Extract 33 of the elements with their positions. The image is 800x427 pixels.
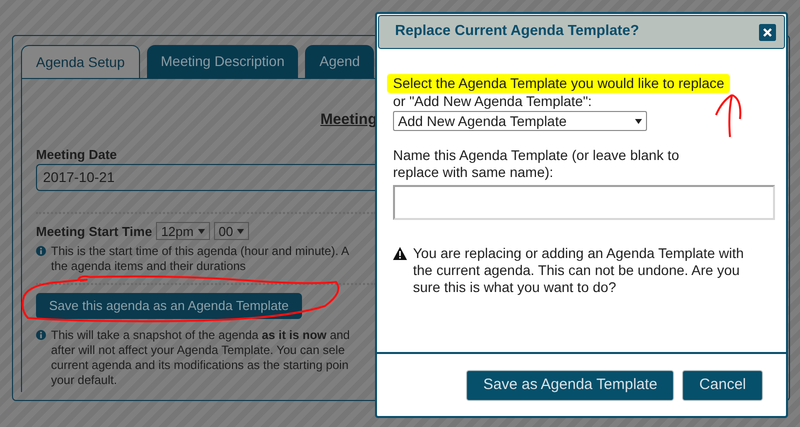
select-label: or "Add New Agenda Template": [392,93,593,110]
help-text: the agenda items and their durations [51,259,246,274]
save-button[interactable]: Save as Agenda Template [466,370,674,400]
template-select[interactable]: Add New Agenda Template [393,111,647,131]
hour-select[interactable]: 12pm [156,222,210,240]
caret-icon [635,118,642,124]
info-icon [36,330,46,340]
dialog-title: Replace Current Agenda Template? [395,22,640,42]
info-icon [36,246,46,256]
save-template-button[interactable]: Save this agenda as an Agenda Template [36,293,302,319]
close-icon [763,28,772,36]
field-label: Meeting Start Time [36,222,152,241]
help-text: your default. [51,373,118,388]
cancel-button[interactable]: Cancel [682,370,763,400]
help-text: current agenda and its modifications as the starting poin [51,358,349,373]
field-label: Meeting Date [36,146,118,162]
help-text: This will take a snapshot of the agenda as it is now and [51,328,350,343]
tab[interactable]: Meeting Description [146,45,298,78]
caret-icon [198,228,205,234]
section-heading: Meeting [320,110,376,130]
help-text: This is the start time of this agenda (hour and minute). A [51,244,350,259]
warning-icon [393,247,407,260]
highlighted-text: Select the Agenda Template you would like to replace [387,74,730,93]
minute-select[interactable]: 00 [214,222,250,240]
tab[interactable]: Agend [305,45,374,78]
name-input[interactable] [393,185,775,220]
caret-icon [237,228,244,234]
warning-text: You are replacing or adding an Agenda Template with the current agenda. This can not be undone. Are you sure this is what you want to do? [413,245,745,296]
date-field[interactable]: 2017-10-21 [36,164,376,190]
name-label: Name this Agenda Template (or leave blank to replace with same name): [393,147,680,181]
help-text: after will not affect your Agenda Template. You can sele [51,343,345,358]
tab[interactable]: Agenda Setup [21,45,140,78]
close-button[interactable] [759,24,776,40]
